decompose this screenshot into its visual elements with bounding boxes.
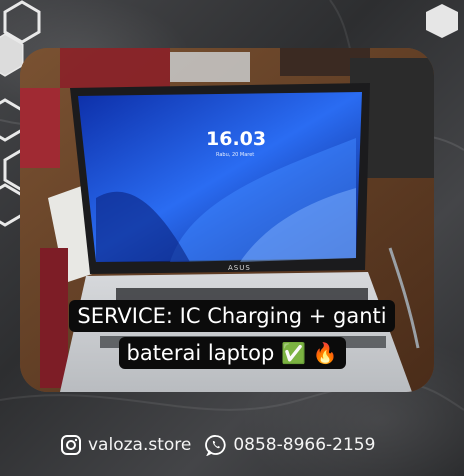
lock-screen-date: Rabu, 20 Maret: [216, 152, 255, 158]
caption-line-2: baterai laptop ✅ 🔥: [118, 337, 346, 369]
instagram-link[interactable]: valoza.store: [60, 434, 191, 456]
caption-line-1: SERVICE: IC Charging + ganti: [69, 300, 395, 332]
laptop-brand: ASUS: [228, 264, 251, 272]
instagram-handle: valoza.store: [88, 435, 192, 455]
lock-screen-time: 16.03: [206, 128, 267, 150]
check-icon: ✅: [281, 341, 306, 365]
instagram-icon: [61, 435, 81, 455]
fire-icon: 🔥: [312, 341, 338, 365]
service-caption: SERVICE: IC Charging + ganti baterai lap…: [0, 300, 464, 369]
caption-text-1: SERVICE: IC Charging + ganti: [77, 304, 387, 328]
whatsapp-icon: [205, 435, 226, 456]
contact-footer: valoza.store 0858-8966-2159: [60, 430, 375, 460]
whatsapp-link[interactable]: 0858-8966-2159: [205, 434, 375, 456]
hex-decoration-right: [426, 4, 458, 38]
caption-text-2: baterai laptop: [126, 341, 275, 365]
phone-number: 0858-8966-2159: [233, 435, 376, 455]
